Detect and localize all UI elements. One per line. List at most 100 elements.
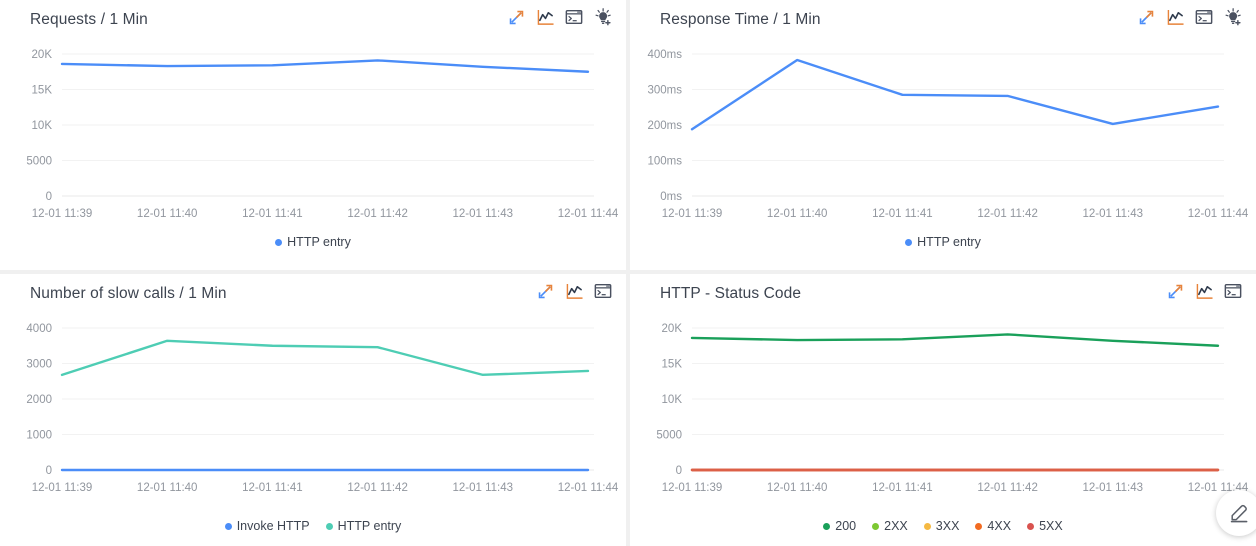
- y-axis-tick-label: 1000: [26, 430, 52, 442]
- legend-item[interactable]: HTTP entry: [275, 235, 351, 249]
- panel-slow-calls: Number of slow calls / 1 Min 4000 3000 2…: [0, 274, 626, 546]
- line-chart-icon[interactable]: [563, 279, 585, 303]
- panel-grid: Requests / 1 Min 20K 15K 10K 5000 0 12-0…: [0, 0, 1256, 546]
- dashboard-root: Requests / 1 Min 20K 15K 10K 5000 0 12-0…: [0, 0, 1256, 546]
- panel-toolbar: [534, 279, 614, 303]
- terminal-icon[interactable]: [563, 5, 585, 29]
- legend-item[interactable]: 3XX: [923, 519, 960, 533]
- page-title: Response Time / 1 Min: [660, 11, 821, 28]
- x-axis-tick-label: 12-01 11:44: [558, 208, 619, 220]
- y-axis-tick-label: 0ms: [660, 191, 682, 203]
- y-axis-tick-label: 0: [46, 465, 52, 477]
- chart-legend: HTTP entry: [630, 235, 1256, 249]
- legend-item[interactable]: 4XX: [975, 519, 1011, 533]
- panel-header: HTTP - Status Code: [630, 274, 1256, 314]
- y-axis-tick-label: 3000: [26, 359, 52, 371]
- legend-label: HTTP entry: [287, 235, 351, 249]
- legend-item[interactable]: 200: [823, 519, 856, 533]
- lightbulb-plus-icon[interactable]: [1222, 5, 1244, 29]
- terminal-icon[interactable]: [1222, 279, 1244, 303]
- legend-item[interactable]: HTTP entry: [905, 235, 981, 249]
- x-axis-tick-label: 12-01 11:42: [347, 482, 408, 494]
- x-axis-tick-label: 12-01 11:41: [872, 482, 933, 494]
- x-axis-tick-label: 12-01 11:41: [242, 208, 303, 220]
- legend-label: 2XX: [884, 519, 908, 533]
- chart-legend: 200 2XX 3XX 4XX 5XX: [630, 519, 1256, 533]
- x-axis-tick-label: 12-01 11:42: [977, 482, 1038, 494]
- x-axis-tick-label: 12-01 11:43: [453, 482, 514, 494]
- panel-status-code: HTTP - Status Code 20K 15K 10K 5000 0 12…: [630, 274, 1256, 546]
- edit-fab-button[interactable]: [1216, 490, 1256, 536]
- y-axis-tick-label: 0: [676, 465, 682, 477]
- line-chart-icon[interactable]: [1164, 5, 1186, 29]
- x-axis-tick-label: 12-01 11:43: [453, 208, 514, 220]
- legend-label: HTTP entry: [917, 235, 981, 249]
- y-axis-tick-label: 5000: [26, 156, 52, 168]
- legend-label: HTTP entry: [337, 519, 402, 533]
- chart-status-code[interactable]: 20K 15K 10K 5000 0 12-01 11:39 12-01 11:40 12-0…: [630, 314, 1256, 504]
- panel-toolbar: [1164, 279, 1244, 303]
- y-axis-tick-label: 5000: [656, 430, 682, 442]
- legend-item[interactable]: HTTP entry: [325, 519, 402, 533]
- series-line: [690, 58, 1220, 131]
- x-axis-tick-label: 12-01 11:39: [32, 208, 93, 220]
- lightbulb-plus-icon[interactable]: [592, 5, 614, 29]
- y-axis-tick-label: 200ms: [647, 120, 682, 132]
- y-axis-tick-label: 15K: [662, 359, 683, 371]
- terminal-icon[interactable]: [592, 279, 614, 303]
- page-title: Requests / 1 Min: [30, 11, 148, 28]
- x-axis-tick-label: 12-01 11:41: [242, 482, 303, 494]
- y-axis-tick-label: 2000: [26, 394, 52, 406]
- legend-color-dot: [1027, 522, 1035, 530]
- legend-color-dot: [872, 522, 880, 530]
- y-axis-tick-label: 10K: [32, 120, 53, 132]
- x-axis-tick-label: 12-01 11:44: [558, 482, 619, 494]
- legend-item[interactable]: 5XX: [1027, 519, 1063, 533]
- legend-color-dot: [325, 522, 333, 530]
- legend-label: 3XX: [935, 519, 960, 533]
- page-title: Number of slow calls / 1 Min: [30, 285, 227, 302]
- expand-icon[interactable]: [1164, 279, 1186, 303]
- x-axis-tick-label: 12-01 11:39: [662, 208, 723, 220]
- legend-color-dot: [823, 522, 831, 530]
- panel-toolbar: [1135, 5, 1244, 29]
- pencil-edit-icon: [1230, 504, 1248, 523]
- x-axis-tick-label: 12-01 11:40: [137, 208, 198, 220]
- y-axis-tick-label: 4000: [26, 323, 52, 335]
- legend-color-dot: [923, 522, 931, 530]
- x-axis-tick-label: 12-01 11:40: [767, 208, 828, 220]
- y-axis-tick-label: 0: [46, 191, 52, 203]
- y-axis-tick-label: 20K: [32, 49, 53, 61]
- y-axis-tick-label: 15K: [32, 85, 53, 97]
- x-axis-tick-label: 12-01 11:40: [767, 482, 828, 494]
- x-axis-tick-label: 12-01 11:44: [1188, 208, 1249, 220]
- legend-color-dot: [975, 522, 983, 530]
- x-axis-tick-label: 12-01 11:43: [1083, 208, 1144, 220]
- chart-legend: HTTP entry: [0, 235, 626, 249]
- y-axis-tick-label: 10K: [662, 394, 683, 406]
- line-chart-icon[interactable]: [534, 5, 556, 29]
- legend-item[interactable]: Invoke HTTP: [224, 519, 310, 533]
- series-line: [60, 339, 590, 377]
- expand-icon[interactable]: [534, 279, 556, 303]
- x-axis-tick-label: 12-01 11:42: [347, 208, 408, 220]
- chart-requests[interactable]: 20K 15K 10K 5000 0 12-01 11:39 12-01 11:40 12-0…: [0, 40, 626, 230]
- panel-response-time: Response Time / 1 Min 400ms 300ms 200ms …: [630, 0, 1256, 270]
- x-axis-tick-label: 12-01 11:41: [872, 208, 933, 220]
- terminal-icon[interactable]: [1193, 5, 1215, 29]
- legend-color-dot: [275, 238, 283, 246]
- panel-header: Requests / 1 Min: [0, 0, 626, 40]
- y-axis-tick-label: 400ms: [647, 49, 682, 61]
- chart-response-time[interactable]: 400ms 300ms 200ms 100ms 0ms 12-01 11:39 12-01 …: [630, 40, 1256, 230]
- y-axis-tick-label: 20K: [662, 323, 683, 335]
- panel-header: Response Time / 1 Min: [630, 0, 1256, 40]
- x-axis-tick-label: 12-01 11:43: [1083, 482, 1144, 494]
- legend-color-dot: [224, 522, 232, 530]
- legend-label: 4XX: [987, 519, 1012, 533]
- expand-icon[interactable]: [505, 5, 527, 29]
- chart-slow-calls[interactable]: 4000 3000 2000 1000 0 12-01 11:39 12-01 11:40 1…: [0, 314, 626, 504]
- expand-icon[interactable]: [1135, 5, 1157, 29]
- y-axis-tick-label: 300ms: [647, 85, 682, 97]
- legend-item[interactable]: 2XX: [872, 519, 908, 533]
- line-chart-icon[interactable]: [1193, 279, 1215, 303]
